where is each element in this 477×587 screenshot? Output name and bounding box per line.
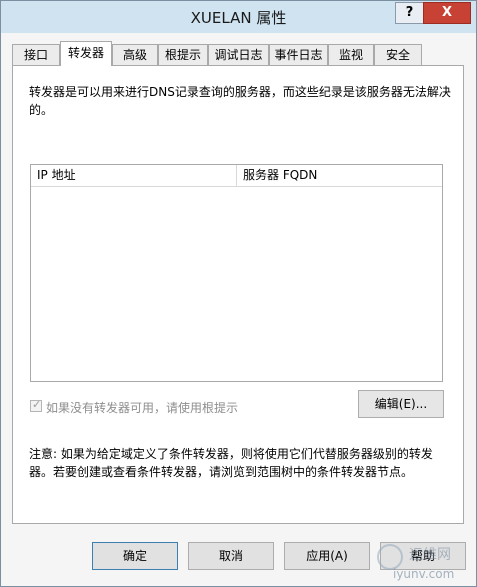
list-header: IP 地址 服务器 FQDN [31,165,442,187]
forwarders-description: 转发器是可以用来进行DNS记录查询的服务器，而这些纪录是该服务器无法解决的。 [29,85,451,117]
forwarders-list[interactable]: IP 地址 服务器 FQDN [30,164,443,382]
tab-monitoring[interactable]: 监视 [328,44,374,65]
tab-debug-logging[interactable]: 调试日志 [208,44,269,65]
check-mark-icon: ✓ [32,398,42,411]
tab-root-hints[interactable]: 根提示 [158,44,208,65]
properties-dialog: XUELAN 属性 ? X 接口 转发器 高级 根提示 调试日志 事件日志 监视… [0,0,477,587]
use-root-hints-checkbox[interactable]: ✓ [30,398,42,412]
forwarders-panel: 转发器是可以用来进行DNS记录查询的服务器，而这些纪录是该服务器无法解决的。 I… [12,65,464,524]
tab-interfaces[interactable]: 接口 [12,44,60,65]
ok-button[interactable]: 确定 [92,542,178,570]
help-title-button[interactable]: ? [395,2,424,24]
column-server-fqdn[interactable]: 服务器 FQDN [236,165,442,186]
cancel-button[interactable]: 取消 [188,542,274,570]
tab-forwarders[interactable]: 转发器 [60,41,112,66]
conditional-forwarders-note: 注意: 如果为给定域定义了条件转发器，则将使用它们代替服务器级别的转发器。若要创… [29,447,433,479]
tab-security[interactable]: 安全 [374,44,422,65]
title-bar[interactable]: XUELAN 属性 ? X [1,1,476,33]
edit-button[interactable]: 编辑(E)... [358,390,444,418]
apply-button[interactable]: 应用(A) [284,542,370,570]
tab-event-logging[interactable]: 事件日志 [269,44,328,65]
use-root-hints-label: 如果没有转发器可用，请使用根提示 [46,401,239,415]
column-ip-address[interactable]: IP 地址 [31,165,236,186]
help-button[interactable]: 帮助 [380,542,466,570]
tab-advanced[interactable]: 高级 [112,44,158,65]
close-button[interactable]: X [423,2,471,24]
